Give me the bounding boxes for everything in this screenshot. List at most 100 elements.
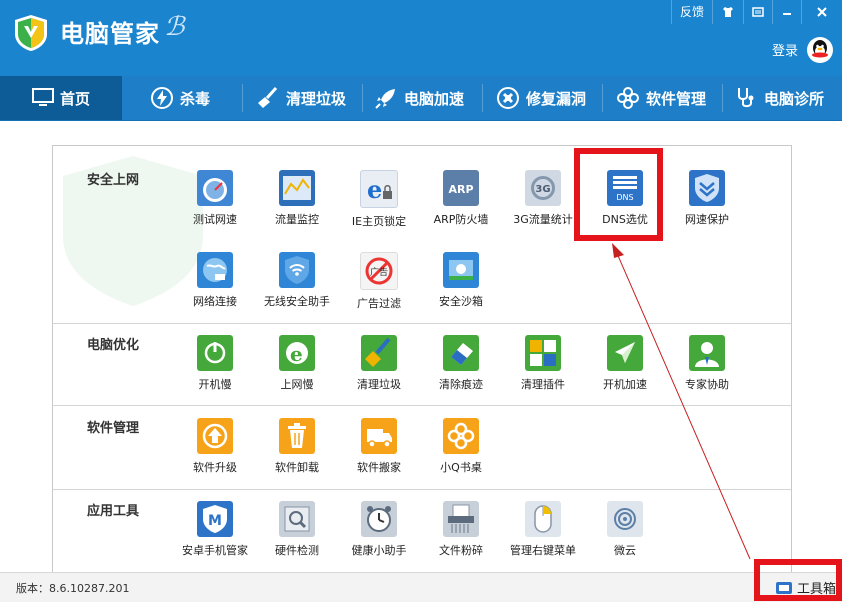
close-icon[interactable] (801, 0, 842, 24)
tool-network-connect[interactable]: 网络连接 (174, 252, 256, 309)
tab-home-label: 首页 (59, 89, 90, 108)
tool-label: 清理垃圾 (357, 378, 401, 391)
tool-label: 广告过滤 (357, 297, 401, 310)
tool-label: 软件搬家 (357, 461, 401, 474)
tool-speed-test[interactable]: 测试网速 (174, 170, 256, 227)
login-link[interactable]: 登录 (772, 40, 798, 59)
broom-icon (258, 86, 278, 108)
tool-ad-filter[interactable]: 广告 广告过滤 (338, 252, 420, 311)
shield-logo-icon (15, 15, 47, 51)
tool-label: 无线安全助手 (264, 295, 330, 308)
tool-hardware-check[interactable]: 硬件检测 (256, 501, 338, 558)
tab-speedup[interactable]: 电脑加速 (374, 76, 464, 120)
tool-file-shredder[interactable]: 文件粉碎 (420, 501, 502, 558)
tool-context-menu[interactable]: 管理右键菜单 (502, 501, 584, 558)
alarm-clock-icon (361, 501, 397, 537)
clover-icon (443, 418, 479, 454)
tool-slow-boot[interactable]: 开机慢 (174, 335, 256, 392)
tool-sandbox[interactable]: 安全沙箱 (420, 252, 502, 309)
monitor-icon (31, 88, 54, 106)
tool-label: 管理右键菜单 (510, 544, 576, 557)
tool-label: 清理插件 (521, 378, 565, 391)
tab-clean-label: 清理垃圾 (286, 89, 347, 108)
trash-icon (279, 418, 315, 454)
tool-label: 开机慢 (198, 378, 232, 391)
feedback-button[interactable]: 反馈 (671, 0, 712, 24)
tool-label: 软件卸载 (275, 461, 319, 474)
tab-repair[interactable]: 修复漏洞 (496, 76, 586, 120)
svg-text:M: M (208, 513, 222, 529)
tool-android-manager[interactable]: M 安卓手机管家 (174, 501, 256, 558)
tool-software-move[interactable]: 软件搬家 (338, 418, 420, 475)
section-title-optimize: 电脑优化 (87, 338, 140, 353)
patch-icon (497, 87, 519, 109)
window-controls: 反馈 (671, 0, 842, 24)
section-title-software: 软件管理 (87, 421, 140, 436)
tab-home[interactable]: 首页 (0, 76, 122, 120)
tool-label: 清除痕迹 (439, 378, 483, 391)
tool-label: 网络连接 (193, 295, 237, 308)
globe-icon (197, 252, 233, 288)
speedometer-icon (197, 170, 233, 206)
tool-label: 测试网速 (193, 213, 237, 226)
mouse-icon (525, 501, 561, 537)
annotation-arrow-icon (612, 243, 751, 560)
tool-wifi-assistant[interactable]: 无线安全助手 (256, 252, 338, 309)
dns-highlight-box (574, 148, 663, 241)
svg-text:e: e (367, 175, 382, 204)
tool-label: 文件粉碎 (439, 544, 483, 557)
tool-software-upgrade[interactable]: 软件升级 (174, 418, 256, 475)
tool-health-assistant[interactable]: 健康小助手 (338, 501, 420, 558)
power-icon (197, 335, 233, 371)
tab-clinic-label: 电脑诊所 (764, 89, 825, 108)
tool-speed-protect[interactable]: 网速保护 (666, 170, 748, 227)
svg-text:广告: 广告 (370, 266, 388, 278)
minimize-icon[interactable] (772, 0, 801, 24)
wifi-shield-icon (279, 252, 315, 288)
tool-label: 安全沙箱 (439, 295, 483, 308)
qq-avatar-icon[interactable] (806, 36, 834, 64)
tool-label: 软件升级 (193, 461, 237, 474)
toolbox-highlight-box (754, 559, 842, 601)
tab-clinic[interactable]: 电脑诊所 (734, 76, 824, 120)
rocket-icon (375, 89, 395, 109)
shield-chevron-icon (689, 170, 725, 206)
ie-lock-icon: e (360, 170, 398, 208)
tool-label: 上网慢 (280, 378, 314, 391)
upgrade-arrow-icon (197, 418, 233, 454)
tool-label: 网速保护 (685, 213, 729, 226)
version-text: 版本：8.6.10287.201 (16, 582, 130, 595)
tool-software-uninstall[interactable]: 软件卸载 (256, 418, 338, 475)
app-title-flourish-icon: ℬ (164, 12, 185, 42)
tool-slow-web[interactable]: e 上网慢 (256, 335, 338, 392)
hardware-magnifier-icon (279, 501, 315, 537)
lightning-icon (151, 87, 173, 109)
tool-clean-junk[interactable]: 清理垃圾 (338, 335, 420, 392)
tool-clean-plugins[interactable]: 清理插件 (502, 335, 584, 392)
tool-clear-traces[interactable]: 清除痕迹 (420, 335, 502, 392)
menu-icon[interactable] (743, 0, 772, 24)
arp-icon: ARP (443, 170, 479, 206)
tool-3g-traffic[interactable]: 3G 3G流量统计 (502, 170, 584, 227)
tool-traffic-monitor[interactable]: 流量监控 (256, 170, 338, 227)
svg-text:3G: 3G (535, 184, 550, 195)
skin-icon[interactable] (712, 0, 743, 24)
broom-icon (361, 335, 397, 371)
tool-ie-homepage-lock[interactable]: e IE主页锁定 (338, 170, 420, 229)
tool-q-desk[interactable]: 小Q书桌 (420, 418, 502, 475)
main-content: 安全上网 测试网速 流量监控 e IE主页锁定 ARP ARP防火墙 3G 3G… (0, 121, 842, 597)
tab-antivirus[interactable]: 杀毒 (150, 76, 210, 120)
tool-label: 硬件检测 (275, 544, 319, 557)
flower-icon (617, 87, 639, 109)
status-bar: 版本：8.6.10287.201 工具箱 (0, 572, 842, 602)
tool-label: 3G流量统计 (513, 213, 573, 226)
tab-clean[interactable]: 清理垃圾 (256, 76, 346, 120)
tab-software[interactable]: 软件管理 (616, 76, 706, 120)
tool-label: 健康小助手 (351, 544, 407, 557)
tool-arp-firewall[interactable]: ARP ARP防火墙 (420, 170, 502, 227)
stethoscope-icon (738, 88, 754, 108)
tab-software-label: 软件管理 (646, 89, 707, 108)
tool-label: ARP防火墙 (433, 213, 489, 226)
ie-browser-icon: e (279, 335, 315, 371)
tool-label: 小Q书桌 (440, 461, 482, 474)
